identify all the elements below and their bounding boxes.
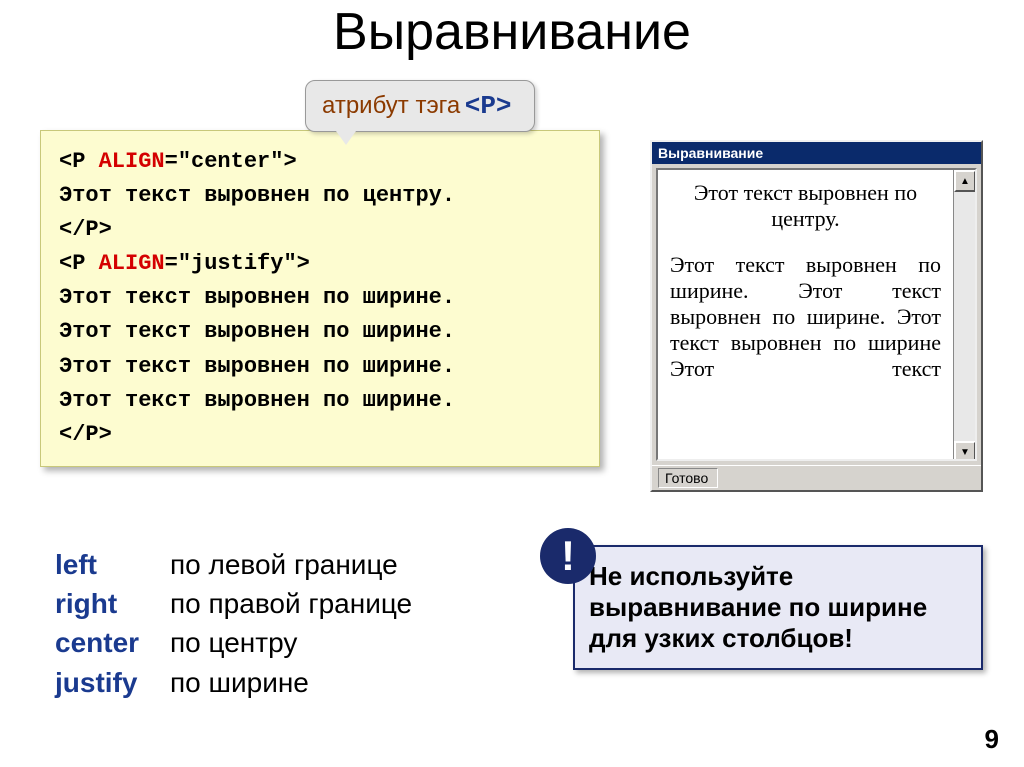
code-attr: ALIGN bbox=[99, 251, 165, 276]
code-attr: ALIGN bbox=[99, 149, 165, 174]
warning-box: Не используйте выравнивание по ширине дл… bbox=[573, 545, 983, 670]
align-desc: по правой границе bbox=[170, 588, 412, 619]
align-desc: по центру bbox=[170, 627, 297, 658]
code-line: Этот текст выровнен по ширине. bbox=[59, 350, 581, 384]
paragraph-center: Этот текст выровнен по центру. bbox=[670, 180, 941, 232]
status-text: Готово bbox=[658, 468, 718, 488]
viewport-content: Этот текст выровнен по центру. Этот текс… bbox=[658, 170, 953, 392]
warning-icon: ! bbox=[540, 528, 596, 584]
code-line: </P> bbox=[59, 418, 581, 452]
page-title: Выравнивание bbox=[0, 0, 1024, 62]
scroll-track[interactable] bbox=[954, 192, 975, 441]
status-bar: Готово bbox=[652, 465, 981, 490]
scrollbar[interactable] bbox=[953, 170, 975, 461]
code-line: <P bbox=[59, 251, 99, 276]
callout-tag: <P> bbox=[465, 91, 512, 121]
code-line: Этот текст выровнен по центру. bbox=[59, 179, 581, 213]
code-line: Этот текст выровнен по ширине. bbox=[59, 281, 581, 315]
code-line: <P bbox=[59, 149, 99, 174]
code-line: ="justify"> bbox=[165, 251, 310, 276]
callout-text: атрибут тэга bbox=[322, 92, 460, 119]
callout-tail bbox=[336, 131, 356, 145]
callout-bubble: атрибут тэга <P> bbox=[305, 80, 535, 132]
scroll-up-icon[interactable] bbox=[954, 170, 976, 192]
align-desc: по ширине bbox=[170, 667, 309, 698]
code-line: </P> bbox=[59, 213, 581, 247]
code-line: Этот текст выровнен по ширине. bbox=[59, 315, 581, 349]
align-kw-left: left bbox=[55, 545, 170, 584]
page-number: 9 bbox=[985, 724, 999, 755]
align-kw-justify: justify bbox=[55, 663, 170, 702]
align-kw-center: center bbox=[55, 623, 170, 662]
align-kw-right: right bbox=[55, 584, 170, 623]
align-desc: по левой границе bbox=[170, 549, 398, 580]
viewport: Этот текст выровнен по центру. Этот текс… bbox=[656, 168, 977, 461]
align-options-list: leftпо левой границе rightпо правой гран… bbox=[55, 545, 412, 702]
scroll-down-icon[interactable] bbox=[954, 441, 976, 461]
preview-window: Выравнивание Этот текст выровнен по цент… bbox=[650, 140, 983, 492]
code-line: ="center"> bbox=[165, 149, 297, 174]
paragraph-justify: Этот текст выровнен по ширине. Этот текс… bbox=[670, 252, 941, 382]
window-titlebar: Выравнивание bbox=[652, 142, 981, 164]
code-line: Этот текст выровнен по ширине. bbox=[59, 384, 581, 418]
code-box: <P ALIGN="center"> Этот текст выровнен п… bbox=[40, 130, 600, 467]
